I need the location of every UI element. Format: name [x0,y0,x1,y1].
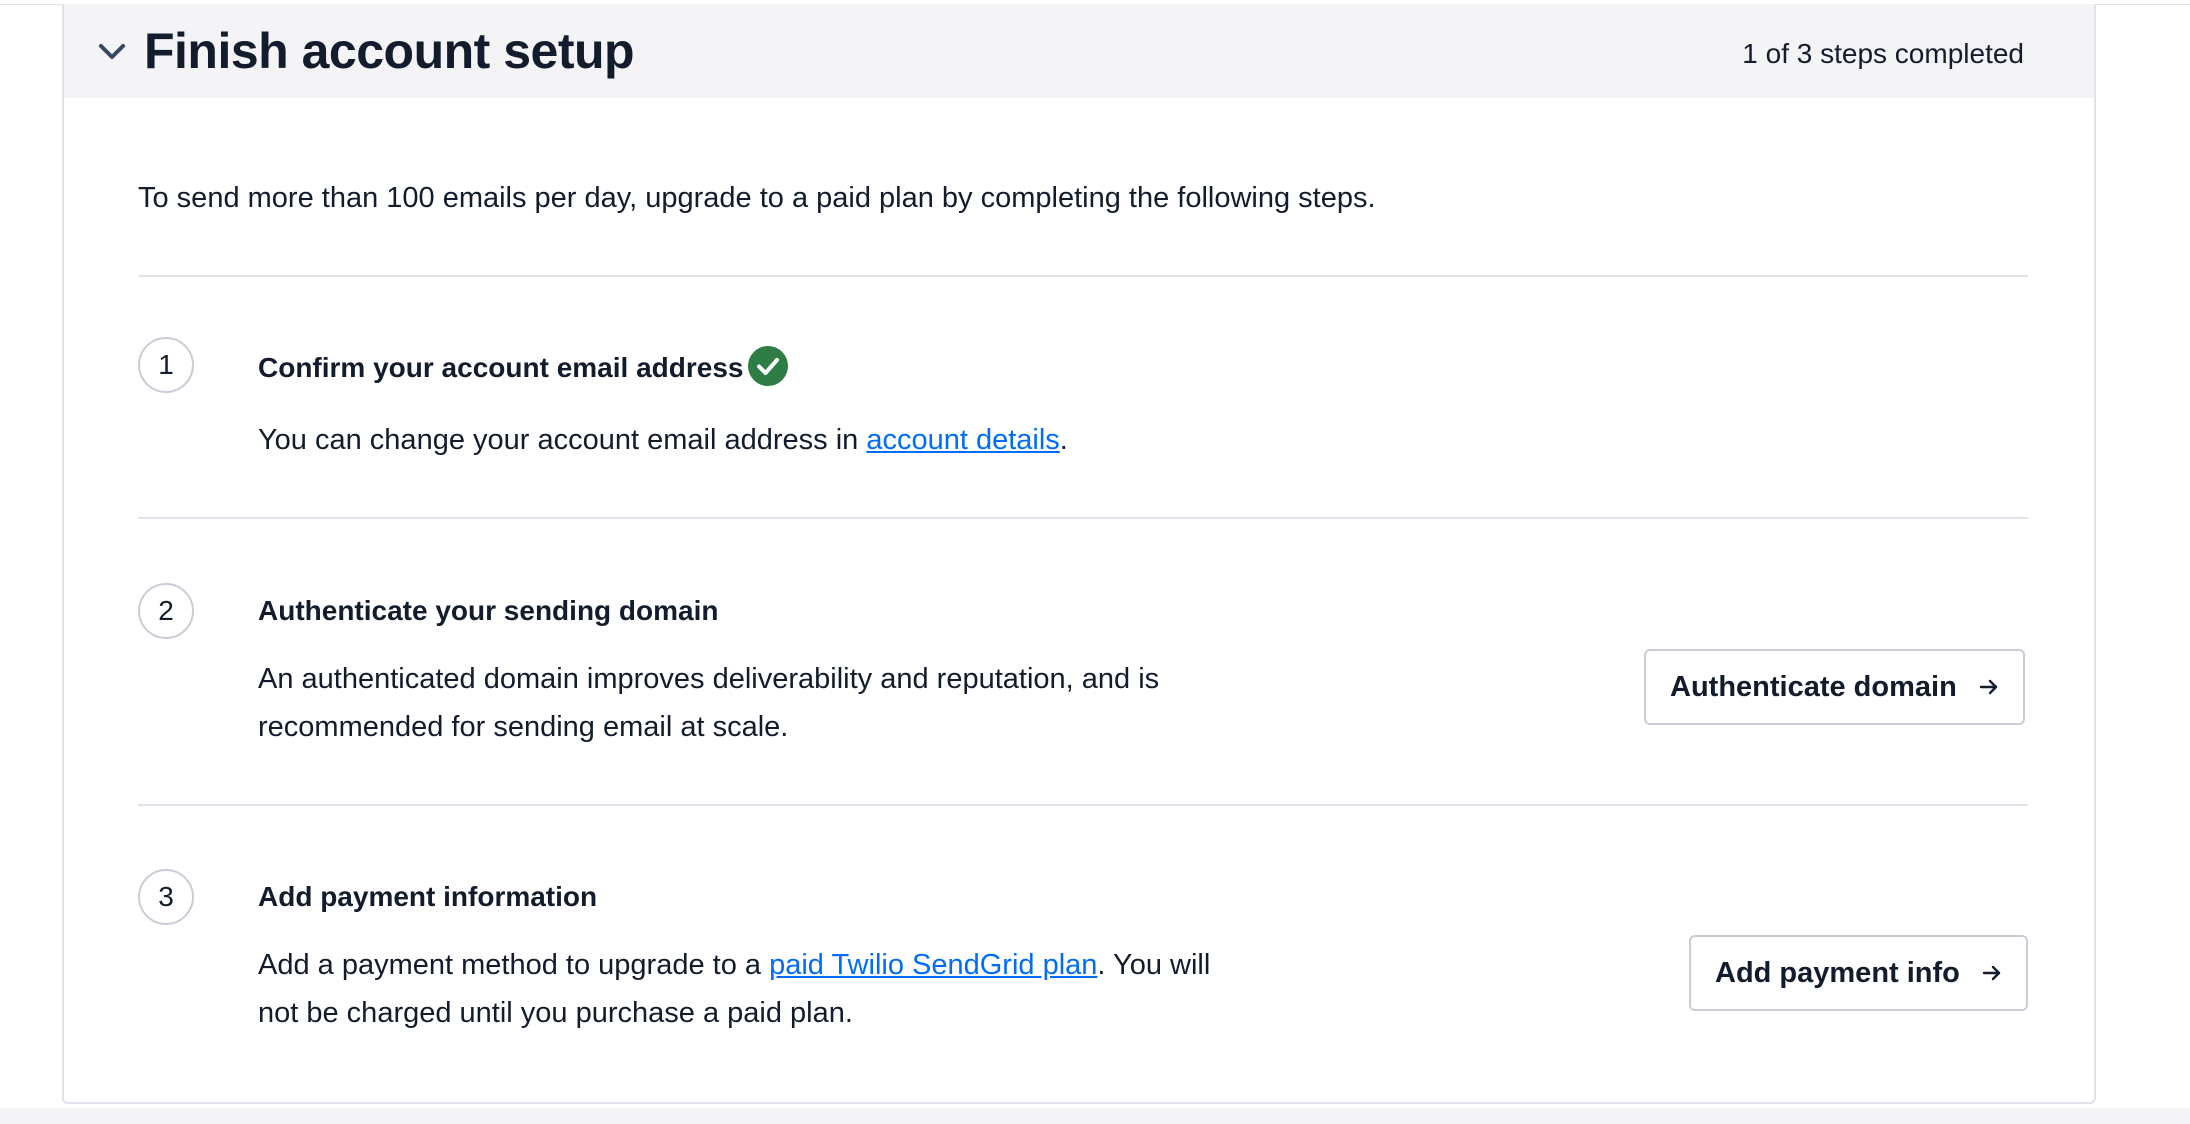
chevron-down-icon[interactable] [98,42,126,62]
step-desc-1-end: . [1059,424,1068,456]
step-number-3: 3 [138,869,194,925]
step-desc-1: You can change your account email addres… [258,416,1218,464]
add-payment-info-button[interactable]: Add payment info [1689,935,2028,1011]
authenticate-domain-label: Authenticate domain [1670,670,1957,703]
step-number-2: 2 [138,583,194,639]
authenticate-domain-button[interactable]: Authenticate domain [1644,649,2025,725]
intro-text: To send more than 100 emails per day, up… [138,182,1376,214]
page-background-footer [0,1108,2190,1124]
account-setup-card: Finish account setup 1 of 3 steps comple… [62,4,2096,1104]
step-title-1: Confirm your account email address [258,352,744,383]
add-payment-info-label: Add payment info [1715,956,1960,989]
step-number-1: 1 [138,337,194,393]
section-title: Finish account setup [144,23,635,79]
account-details-link[interactable]: account details [866,424,1059,456]
arrow-right-icon [1982,965,2001,981]
card-header[interactable]: Finish account setup 1 of 3 steps comple… [64,4,2094,98]
steps-progress-text: 1 of 3 steps completed [1742,38,2024,69]
arrow-right-icon [1979,679,1998,695]
step-title-3: Add payment information [258,881,598,912]
divider [138,517,2028,519]
step-desc-2: An authenticated domain improves deliver… [258,663,1160,743]
step-title-2: Authenticate your sending domain [258,595,719,626]
step-desc-1-text: You can change your account email addres… [258,424,867,456]
step-desc-3: Add a payment method to upgrade to a pai… [258,941,1218,1037]
step-desc-3-text: Add a payment method to upgrade to a [258,949,770,981]
divider [138,804,2028,806]
check-circle-icon [748,346,788,386]
paid-plan-link[interactable]: paid Twilio SendGrid plan [769,949,1097,981]
divider [138,275,2028,277]
